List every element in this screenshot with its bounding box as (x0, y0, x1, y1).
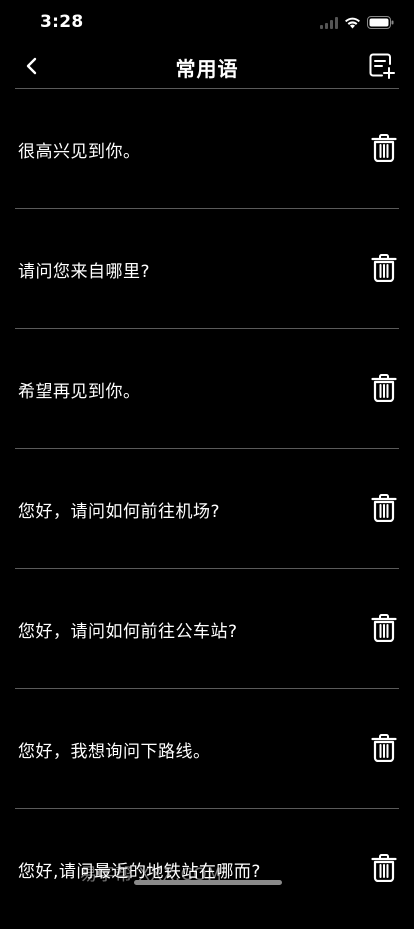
delete-button[interactable] (371, 494, 397, 523)
delete-button[interactable] (371, 734, 397, 763)
phrase-row[interactable]: 您好，请问如何前往公车站? (15, 569, 399, 689)
trash-icon (371, 854, 397, 883)
phrase-text: 您好，我想询问下路线。 (18, 742, 211, 762)
phrase-row[interactable]: 希望再见到你。 (15, 329, 399, 449)
delete-button[interactable] (371, 374, 397, 403)
delete-button[interactable] (371, 134, 397, 163)
delete-button[interactable] (371, 254, 397, 283)
status-icons (320, 14, 394, 33)
phrase-text: 您好，请问如何前往公车站? (18, 622, 238, 642)
trash-icon (371, 494, 397, 523)
signal-icon (320, 14, 338, 33)
phrase-list: 很高兴见到你。 请问您来自哪里? 希望再见到你。 您好，请问如何前往机场? 您好… (0, 89, 414, 929)
status-bar: 3:28 (0, 0, 414, 44)
phrase-text: 您好，请问如何前往机场? (18, 502, 221, 522)
status-time: 3:28 (40, 12, 84, 32)
trash-icon (371, 614, 397, 643)
phrase-row[interactable]: 很高兴见到你。 (15, 89, 399, 209)
add-phrase-button[interactable] (368, 52, 396, 80)
phrase-row[interactable]: 您好，我想询问下路线。 (15, 689, 399, 809)
delete-button[interactable] (371, 614, 397, 643)
trash-icon (371, 734, 397, 763)
delete-button[interactable] (371, 854, 397, 883)
phrase-row[interactable]: 请问您来自哪里? (15, 209, 399, 329)
navigation-bar: 常用语 (0, 44, 414, 88)
page-title: 常用语 (175, 57, 239, 81)
battery-icon (367, 14, 394, 33)
home-indicator[interactable] (134, 880, 282, 885)
phrase-text: 很高兴见到你。 (18, 142, 141, 162)
trash-icon (371, 374, 397, 403)
wifi-icon (344, 14, 361, 33)
phrase-text: 希望再见到你。 (18, 382, 141, 402)
phrase-text: 请问您来自哪里? (18, 262, 151, 282)
trash-icon (371, 254, 397, 283)
note-add-icon (369, 53, 395, 79)
phrase-row[interactable]: 您好，请问如何前往机场? (15, 449, 399, 569)
trash-icon (371, 134, 397, 163)
